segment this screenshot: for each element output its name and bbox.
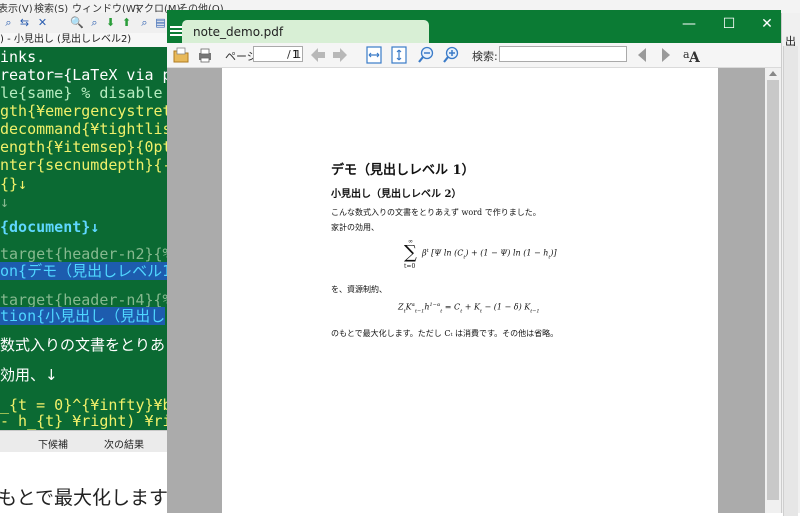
fit-width-icon[interactable] bbox=[365, 46, 383, 64]
maximize-button[interactable]: ☐ bbox=[715, 14, 743, 34]
svg-text:A: A bbox=[688, 50, 700, 64]
code-line: le{same} % disable mo bbox=[0, 84, 190, 102]
editor-outline-path: ) - 小見出し (見出しレベル2) bbox=[0, 33, 170, 48]
scroll-up-icon[interactable] bbox=[769, 71, 777, 76]
code-line: {}↓ bbox=[0, 175, 28, 193]
preview-line: もとで最大化します bbox=[0, 487, 169, 509]
code-line: gth{¥emergencystretch bbox=[0, 102, 190, 120]
find-next-icon[interactable] bbox=[657, 46, 675, 64]
pdf-toolbar: ページ: / 1 検索: bbox=[167, 43, 781, 68]
code-line: nter{secnumdepth}{-¥m bbox=[0, 156, 190, 174]
utility-equation: ∞ ∑ t=0 βt [Ψ ln (Ct) + (1 − Ψ) ln (1 − … bbox=[404, 238, 557, 270]
download-icon[interactable]: ⬇ bbox=[104, 16, 117, 29]
pdf-page: デモ（見出しレベル 1） 小見出し（見出しレベル 2） こんな数式入りの文書をと… bbox=[222, 68, 718, 513]
code-line: inks. bbox=[0, 48, 46, 66]
shuffle-icon[interactable]: ✕ bbox=[36, 16, 49, 29]
search-label: 検索: bbox=[472, 50, 498, 63]
editor-search-bar: 下候補 次の結果 bbox=[0, 430, 170, 453]
code-line-highlighted: on{デモ（見出しレベル1 bbox=[0, 262, 172, 280]
page-paragraph: 家計の効用、 bbox=[331, 223, 379, 232]
code-line: ength{¥itemsep}{0pt}¥ bbox=[0, 138, 190, 156]
code-line-highlighted: tion{小見出し（見出し bbox=[0, 307, 166, 325]
vertical-scrollbar[interactable] bbox=[765, 68, 781, 513]
code-line: target{header-n2}{%↓ bbox=[0, 245, 181, 263]
upload-icon[interactable]: ⬆ bbox=[120, 16, 133, 29]
next-candidate-button[interactable]: 下候補 bbox=[38, 436, 68, 451]
hamburger-menu-icon[interactable] bbox=[170, 24, 182, 38]
zoom-out-icon[interactable] bbox=[417, 46, 435, 64]
search-input[interactable] bbox=[499, 46, 627, 62]
code-line: - h_{t} ¥right) ¥rig bbox=[0, 412, 181, 430]
document-tab-title: note_demo.pdf bbox=[193, 25, 284, 39]
next-result-button[interactable]: 次の結果 bbox=[104, 436, 144, 451]
pdf-viewer-window: note_demo.pdf — ☐ ✕ ページ: / 1 bbox=[167, 10, 781, 513]
close-button[interactable]: ✕ bbox=[753, 14, 781, 34]
document-tab[interactable]: note_demo.pdf bbox=[182, 20, 429, 44]
right-scrollbar[interactable] bbox=[783, 46, 798, 516]
editor-preview-text: もとで最大化します bbox=[0, 452, 170, 513]
page-paragraph: こんな数式入りの文書をとりあえず word で作りました。 bbox=[331, 208, 541, 217]
page-total: / 1 bbox=[287, 48, 302, 61]
find-prev-icon[interactable]: 🔍 bbox=[70, 16, 84, 29]
pdf-content-area[interactable]: デモ（見出しレベル 1） 小見出し（見出しレベル 2） こんな数式入りの文書をと… bbox=[167, 68, 781, 513]
zoom-in-icon[interactable] bbox=[442, 46, 460, 64]
editor-right-strip: 出 bbox=[781, 13, 800, 516]
page-paragraph: を、資源制約、 bbox=[331, 285, 387, 294]
tag-icon[interactable]: ▤ bbox=[154, 16, 167, 29]
replace-icon[interactable]: ⇆ bbox=[18, 16, 31, 29]
open-folder-icon[interactable] bbox=[172, 46, 190, 64]
page-heading-level2: 小見出し（見出しレベル 2） bbox=[331, 189, 462, 200]
minimize-button[interactable]: — bbox=[675, 14, 703, 34]
grep-icon[interactable]: ⌕ bbox=[138, 16, 151, 29]
page-paragraph: のもとで最大化します。ただし Cₜ は消費です。その他は省略。 bbox=[331, 329, 559, 338]
code-line: {document}↓ bbox=[0, 218, 100, 236]
match-case-icon[interactable]: a A bbox=[682, 46, 700, 64]
find-previous-icon[interactable] bbox=[633, 46, 651, 64]
code-line: ↓ bbox=[0, 193, 10, 211]
search-icon[interactable]: ⌕ bbox=[2, 16, 15, 29]
fit-page-icon[interactable] bbox=[390, 46, 408, 64]
find-next-icon[interactable]: ⌕ bbox=[88, 16, 101, 29]
page-heading-level1: デモ（見出しレベル 1） bbox=[331, 163, 475, 178]
editor-code-area[interactable]: inks. reator={LaTeX via pand le{same} % … bbox=[0, 47, 199, 430]
resource-constraint-equation: ZtKαt−1h1−αt = Ct + Kt − (1 − δ) Kt−1 bbox=[398, 302, 540, 315]
print-icon[interactable] bbox=[196, 46, 214, 64]
next-page-icon[interactable] bbox=[331, 46, 349, 64]
editor-toolbar: ⌕ ⇆ ✕ 🔍 ⌕ ⬇ ⬆ ⌕ ▤ bbox=[0, 13, 170, 34]
scrollbar-thumb[interactable] bbox=[767, 80, 779, 500]
code-line: 効用、↓ bbox=[0, 366, 58, 384]
code-line: 数式入りの文書をとりあ bbox=[0, 336, 166, 354]
previous-page-icon[interactable] bbox=[309, 46, 327, 64]
